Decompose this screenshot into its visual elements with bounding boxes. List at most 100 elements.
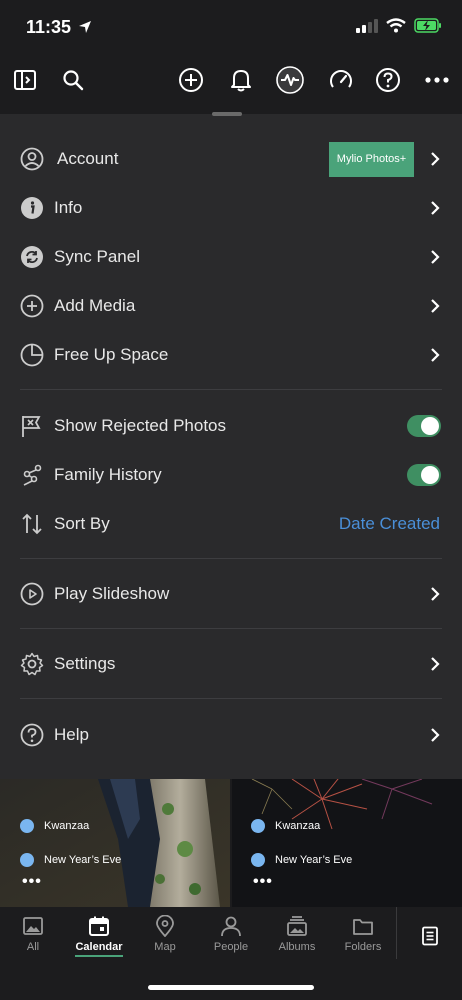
sort-by-label: Sort By (54, 514, 110, 533)
chevron-right-icon (431, 299, 440, 313)
tab-label: People (213, 941, 249, 953)
top-toolbar (0, 54, 462, 112)
add-media-label: Add Media (54, 296, 136, 315)
event-dot (20, 853, 34, 867)
tab-map[interactable]: Map (132, 907, 198, 967)
event-dot (251, 853, 265, 867)
menu-item-settings[interactable]: Settings (0, 640, 462, 688)
menu-item-sort-by[interactable]: Sort By Date Created (0, 500, 462, 548)
wifi-icon (386, 18, 406, 33)
sync-panel-label: Sync Panel (54, 247, 140, 266)
info-label: Info (54, 198, 83, 217)
add-circle-icon (20, 294, 44, 318)
sort-arrows-icon (22, 513, 42, 535)
divider (20, 698, 442, 699)
speedometer-icon[interactable] (326, 65, 356, 95)
more-menu-panel: Account Mylio Photos+ Info Sync Panel Ad… (0, 112, 462, 779)
mylio-photos-plus-badge[interactable]: Mylio Photos+ (329, 141, 414, 177)
tab-label: All (26, 941, 40, 953)
chevron-right-icon (431, 348, 440, 362)
menu-item-play-slideshow[interactable]: Play Slideshow (0, 570, 462, 618)
chevron-right-icon (431, 728, 440, 742)
show-rejected-photos-label: Show Rejected Photos (54, 416, 226, 435)
menu-item-help[interactable]: Help (0, 711, 462, 759)
tab-people[interactable]: People (198, 907, 264, 967)
tab-folders[interactable]: Folders (330, 907, 396, 967)
photo-icon (23, 917, 43, 935)
tab-label: Folders (344, 941, 382, 953)
search-icon[interactable] (58, 65, 88, 95)
sync-icon (21, 246, 43, 268)
drag-handle[interactable] (212, 112, 242, 116)
sidebar-toggle-icon[interactable] (10, 65, 40, 95)
event-label-right-2[interactable]: New Year’s Eve (251, 853, 352, 867)
tab-divider (396, 907, 397, 959)
event-label-left-1[interactable]: Kwanzaa (20, 819, 89, 833)
toggle-knob (421, 417, 439, 435)
family-history-toggle[interactable] (407, 464, 441, 486)
play-circle-icon (20, 582, 44, 606)
calendar-photo-grid: Kwanzaa New Year’s Eve ••• Kwanzaa New Y… (0, 779, 462, 907)
active-tab-indicator (75, 955, 123, 957)
info-icon (21, 197, 43, 219)
location-arrow-icon (79, 21, 92, 33)
menu-item-show-rejected-photos[interactable]: Show Rejected Photos (0, 402, 462, 450)
event-name: Kwanzaa (44, 820, 90, 832)
document-list-icon (421, 926, 438, 946)
menu-item-free-up-space[interactable]: Free Up Space (0, 331, 462, 379)
more-events-right-icon[interactable]: ••• (253, 873, 273, 891)
event-dot (251, 819, 265, 833)
tab-albums[interactable]: Albums (264, 907, 330, 967)
help-label: Help (54, 725, 89, 744)
help-circle-icon (20, 723, 44, 747)
calendar-icon (89, 916, 109, 936)
event-dot (20, 819, 34, 833)
bell-icon[interactable] (226, 65, 256, 95)
album-icon (287, 916, 307, 936)
status-bar: 11:35 (0, 0, 462, 54)
account-icon (20, 147, 44, 171)
family-history-label: Family History (54, 465, 162, 484)
event-name: New Year’s Eve (44, 854, 122, 866)
play-slideshow-label: Play Slideshow (54, 584, 170, 603)
chevron-right-icon (431, 587, 440, 601)
sort-by-value[interactable]: Date Created (339, 514, 440, 534)
clock: 11:35 (26, 17, 92, 38)
cellular-signal-icon (356, 18, 378, 33)
event-label-left-2[interactable]: New Year’s Eve (20, 853, 121, 867)
tab-all[interactable]: All (0, 907, 66, 967)
home-indicator[interactable] (148, 985, 314, 990)
activity-icon[interactable] (275, 65, 305, 95)
map-pin-icon (156, 915, 174, 937)
menu-item-family-history[interactable]: Family History (0, 451, 462, 499)
more-icon[interactable] (422, 65, 452, 95)
toggle-knob (421, 466, 439, 484)
add-icon[interactable] (176, 65, 206, 95)
more-events-left-icon[interactable]: ••• (22, 873, 42, 891)
chevron-right-icon (431, 152, 440, 166)
chevron-right-icon (431, 201, 440, 215)
event-label-right-1[interactable]: Kwanzaa (251, 819, 320, 833)
details-panel-button[interactable] (397, 907, 462, 967)
tab-calendar[interactable]: Calendar (66, 907, 132, 967)
chevron-right-icon (431, 250, 440, 264)
menu-item-account[interactable]: Account Mylio Photos+ (0, 135, 462, 183)
folder-icon (353, 919, 373, 935)
show-rejected-photos-toggle[interactable] (407, 415, 441, 437)
menu-item-add-media[interactable]: Add Media (0, 282, 462, 330)
divider (20, 558, 442, 559)
settings-label: Settings (54, 654, 116, 673)
menu-item-sync-panel[interactable]: Sync Panel (0, 233, 462, 281)
menu-item-info[interactable]: Info (0, 184, 462, 232)
status-indicators (356, 18, 442, 33)
person-icon (221, 916, 241, 937)
family-tree-icon (23, 464, 42, 486)
tab-label: Calendar (75, 941, 123, 953)
tab-label: Map (154, 941, 176, 953)
gear-icon (20, 652, 44, 676)
rejected-flag-icon (22, 416, 41, 437)
event-name: New Year’s Eve (275, 854, 353, 866)
help-icon[interactable] (373, 65, 403, 95)
divider (20, 389, 442, 390)
pie-chart-icon (20, 343, 44, 367)
